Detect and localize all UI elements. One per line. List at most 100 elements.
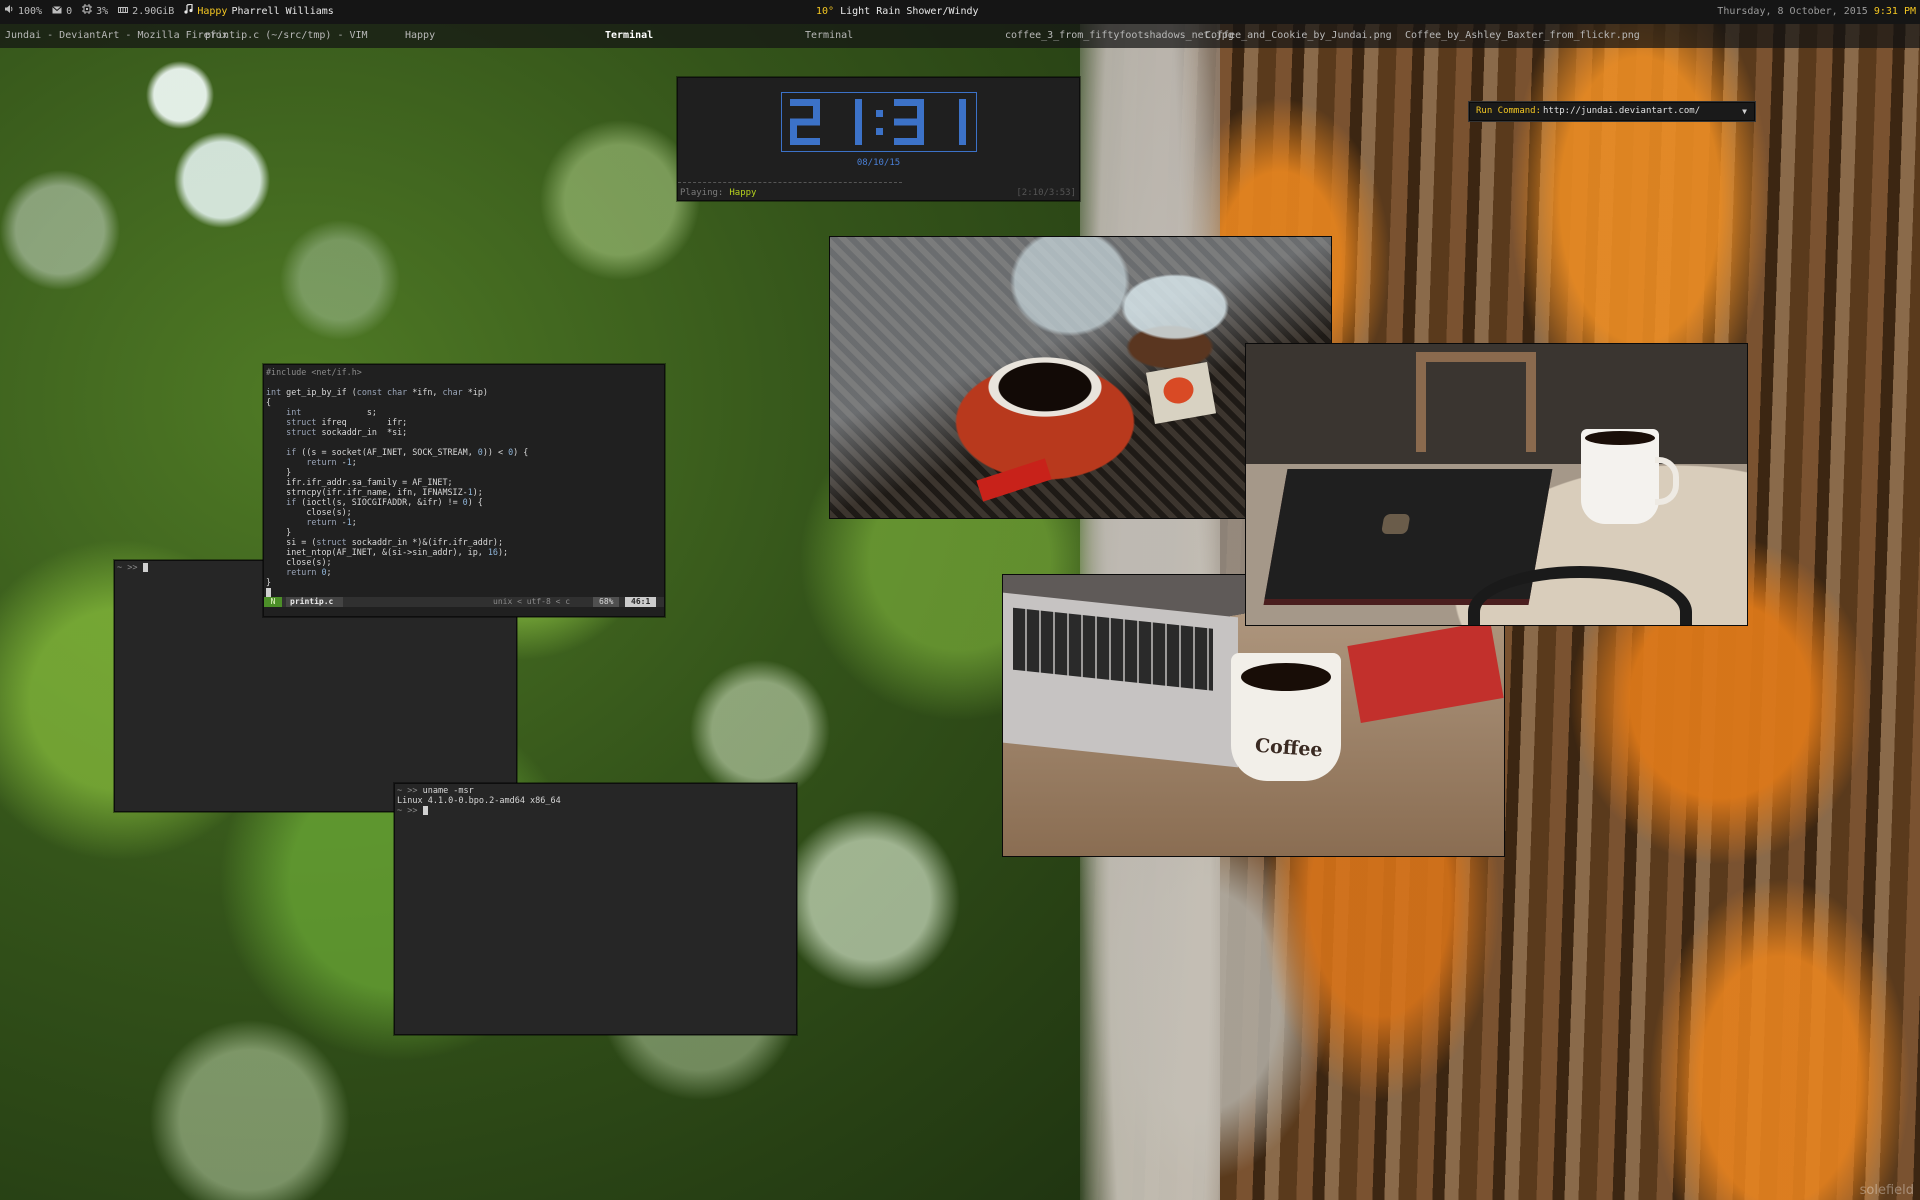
envelope-icon <box>52 0 62 24</box>
vim-window[interactable]: #include <net/if.h> int get_ip_by_if (co… <box>263 364 665 617</box>
date-text: Thursday, 8 October, 2015 <box>1717 6 1868 17</box>
volume-value: 100% <box>18 6 43 17</box>
time-text: 9:31 PM <box>1873 6 1916 17</box>
mail-widget[interactable]: 0 <box>52 0 72 24</box>
terminal-b-output: Linux 4.1.0-0.bpo.2-amd64 x86_64 <box>397 796 561 806</box>
wallpaper-watermark: solefield <box>1859 1183 1914 1198</box>
vim-position: 46:1 <box>625 597 657 607</box>
terminal-b-prompt: ~ >> <box>397 786 423 796</box>
vim-line: return 0; <box>286 567 332 577</box>
run-command-bar[interactable]: Run Command: http://jundai.deviantart.co… <box>1469 102 1755 121</box>
mail-count: 0 <box>66 6 73 17</box>
vim-buffer[interactable]: #include <net/if.h> int get_ip_by_if (co… <box>266 367 528 597</box>
task-music[interactable]: Happy <box>405 24 435 48</box>
vim-statusline: N printip.c unix < utf-8 < c 68% 46:1 <box>264 597 664 607</box>
terminal-b-content[interactable]: ~ >> uname -msr Linux 4.1.0-0.bpo.2-amd6… <box>397 786 561 816</box>
weather-temperature: 10° <box>816 6 835 17</box>
clock-digit-segment <box>855 118 862 145</box>
terminal-b-prompt-2: ~ >> <box>397 806 423 816</box>
music-note-icon <box>184 0 193 24</box>
playing-elapsed: [2:10/3:53] <box>1016 188 1076 198</box>
clock-display <box>781 92 977 152</box>
playing-song: Happy <box>729 188 757 198</box>
task-terminal-active[interactable]: Terminal <box>605 24 653 48</box>
terminal-a-content[interactable]: ~ >> <box>117 563 148 573</box>
task-image-coffee-ashley[interactable]: Coffee_by_Ashley_Baxter_from_flickr.png <box>1405 24 1640 48</box>
vim-line: int get_ip_by_if (const char *ifn, char … <box>266 387 488 397</box>
weather-description: Light Rain Shower/Windy <box>840 6 979 17</box>
terminal-a-prompt: ~ >> <box>117 563 143 573</box>
vim-mode: N <box>264 597 282 607</box>
vim-line: { <box>266 397 272 407</box>
status-bar: 100% 0 3% 2.90GiB Happy Pharrell William… <box>0 0 1920 24</box>
task-firefox[interactable]: Jundai - DeviantArt - Mozilla Firefox <box>5 24 228 48</box>
mug-label-text: Coffee <box>1254 734 1324 762</box>
clock-digits <box>790 99 966 145</box>
vim-line: #include <net/if.h> <box>266 367 362 377</box>
vim-line: struct sockaddr_in *si; <box>286 427 408 437</box>
matchbox-shape <box>1145 362 1217 424</box>
vim-line: inet_ntop(AF_INET, &(si->sin_addr), ip, … <box>266 547 509 557</box>
vim-line: return -1; <box>306 517 357 527</box>
song-artist: Pharrell Williams <box>231 6 334 17</box>
chevron-down-icon[interactable]: ▼ <box>1742 103 1747 120</box>
image-viewer-laptop-cup[interactable] <box>1245 343 1748 626</box>
notebook-shape <box>1347 621 1504 723</box>
laptop-keyboard-shape <box>1003 592 1238 768</box>
weather-widget: 10° Light Rain Shower/Windy <box>816 0 979 24</box>
run-command-label: Run Command: <box>1476 106 1542 116</box>
memory-widget: 2.90GiB <box>118 0 174 24</box>
clock-playing: Playing: Happy <box>680 188 756 198</box>
vim-percent: 68% <box>593 597 620 607</box>
clock-widget-window[interactable]: 08/10/15 Playing: Happy [2:10/3:53] <box>677 77 1080 201</box>
vim-line: if (ioctl(s, SIOCGIFADDR, &ifr) != 0) { <box>286 497 483 507</box>
task-terminal[interactable]: Terminal <box>805 24 853 48</box>
datetime-widget[interactable]: Thursday, 8 October, 2015 9:31 PM <box>1717 0 1916 24</box>
vim-line: if ((s = socket(AF_INET, SOCK_STREAM, 0)… <box>286 447 529 457</box>
vim-line: } <box>266 577 272 587</box>
taskbar: Jundai - DeviantArt - Mozilla Firefox pr… <box>0 24 1920 48</box>
task-vim[interactable]: printip.c (~/src/tmp) - VIM <box>205 24 368 48</box>
terminal-a-cursor <box>142 563 148 572</box>
terminal-window-uname[interactable]: ~ >> uname -msr Linux 4.1.0-0.bpo.2-amd6… <box>394 783 797 1035</box>
task-image-coffee-cookie[interactable]: Coffee_and_Cookie_by_Jundai.png <box>1205 24 1392 48</box>
chair-shape <box>1416 352 1536 452</box>
vim-line: struct ifreq ifr; <box>286 417 408 427</box>
clock-digit-segment <box>790 138 820 145</box>
vim-line: return -1; <box>306 457 357 467</box>
cpu-value: 3% <box>96 6 109 17</box>
cpu-icon <box>82 0 93 24</box>
vim-line: close(s); <box>266 557 332 567</box>
task-image-coffee-3[interactable]: coffee_3_from_fiftyfootshadows_net.jpg <box>1005 24 1234 48</box>
vim-line: close(s); <box>266 507 352 517</box>
vim-line: ifr.ifr_addr.sa_family = AF_INET; <box>266 477 453 487</box>
vim-cursor <box>266 588 271 597</box>
mug-shape <box>1231 653 1341 781</box>
cpu-widget: 3% <box>82 0 108 24</box>
song-title: Happy <box>197 6 228 17</box>
cup-shape <box>1581 429 1679 524</box>
vim-line: strncpy(ifr.ifr_name, ifn, IFNAMSIZ-1); <box>266 487 483 497</box>
terminal-b-cursor <box>422 806 428 815</box>
clock-digit-segment <box>959 118 966 145</box>
vim-line: int s; <box>286 407 377 417</box>
vim-fileinfo: unix < utf-8 < c <box>493 597 571 606</box>
speaker-icon <box>4 0 14 24</box>
vim-filename: printip.c <box>286 597 344 607</box>
run-command-input[interactable]: http://jundai.deviantart.com/ <box>1543 103 1700 120</box>
now-playing-widget[interactable]: Happy Pharrell Williams <box>184 0 334 24</box>
memory-icon <box>118 0 129 24</box>
clock-divider <box>678 182 902 183</box>
vim-line: si = (struct sockaddr_in *)&(ifr.ifr_add… <box>266 537 503 547</box>
clock-digit-segment <box>894 138 924 145</box>
terminal-b-command: uname -msr <box>422 786 474 796</box>
playing-label: Playing: <box>680 188 724 198</box>
vim-line: } <box>266 527 292 537</box>
clock-colon <box>876 128 883 135</box>
candy-wrapper-shape <box>976 458 1052 502</box>
memory-value: 2.90GiB <box>132 6 175 17</box>
volume-widget[interactable]: 100% <box>4 0 42 24</box>
vim-line: } <box>266 467 292 477</box>
clock-colon <box>876 110 883 117</box>
clock-date: 08/10/15 <box>856 158 901 168</box>
